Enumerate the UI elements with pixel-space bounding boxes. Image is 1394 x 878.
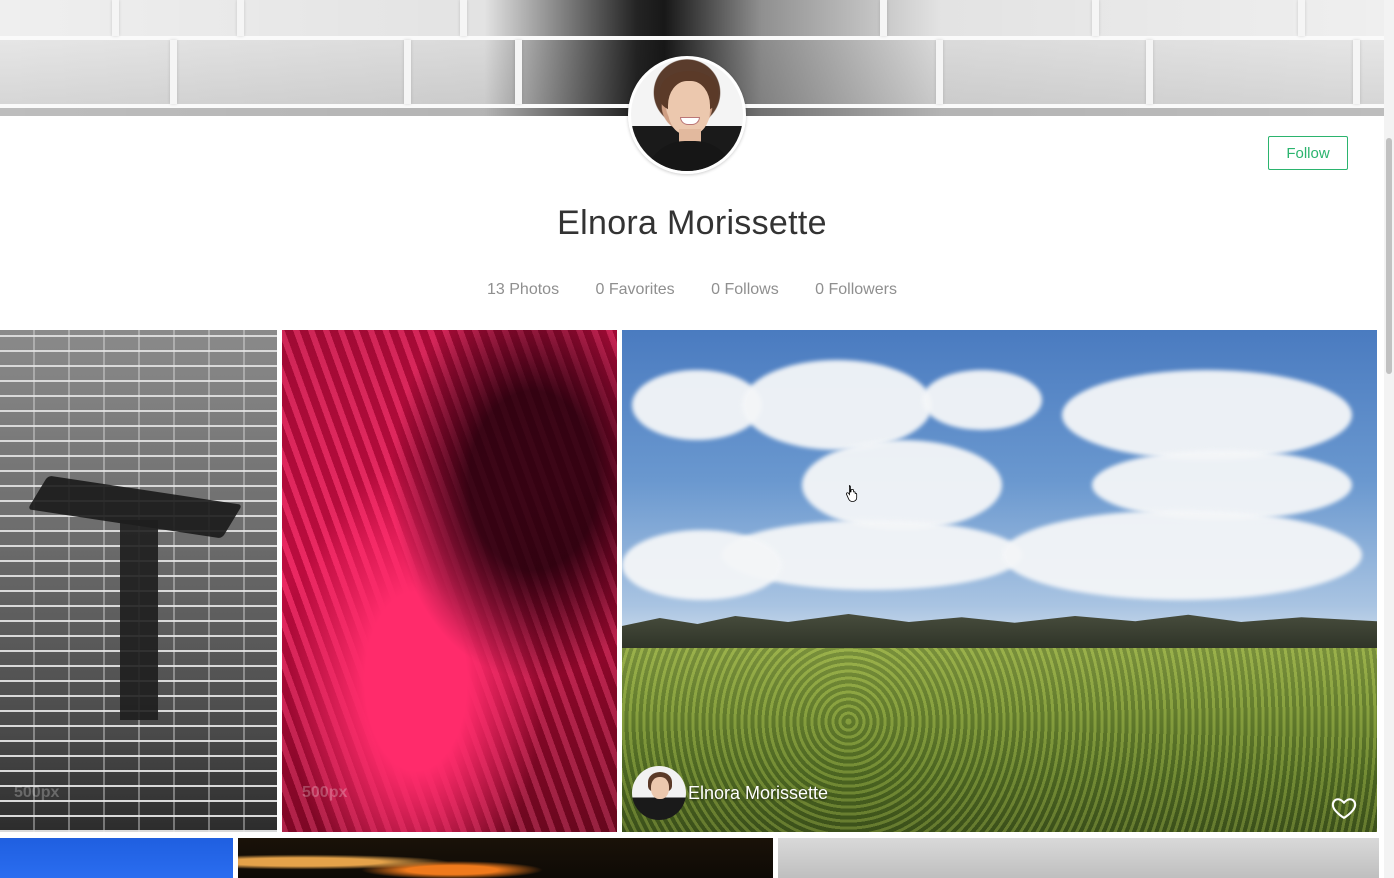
owner-name[interactable]: Elnora Morissette [688, 783, 828, 804]
scrollbar-thumb[interactable] [1386, 138, 1392, 374]
cloud [802, 440, 1002, 530]
photo-tile-red-petals[interactable]: 500px [282, 330, 617, 832]
photo-tile-blue[interactable] [0, 838, 233, 878]
profile-avatar[interactable] [628, 56, 746, 174]
owner-avatar[interactable] [632, 766, 686, 820]
profile-name: Elnora Morissette [557, 204, 827, 242]
page-scrollbar[interactable] [1384, 0, 1394, 878]
owner-avatar-face [651, 777, 669, 799]
treeline [622, 614, 1377, 650]
cover-mortar-joint [1092, 0, 1099, 36]
profile-stats: 13 Photos 0 Favorites 0 Follows 0 Follow… [0, 281, 1384, 299]
photo-watermark: 500px [302, 784, 348, 801]
avatar-face [668, 81, 710, 135]
cloud [1002, 510, 1362, 600]
photo-watermark: 500px [14, 784, 60, 801]
heart-outline-icon [1331, 798, 1357, 819]
profile-page: Follow Elnora Morissette 13 Photos 0 Fav… [0, 0, 1394, 878]
cover-mortar-joint [880, 0, 887, 36]
avatar-shirt [645, 141, 735, 171]
photo-tile-dark-orange[interactable] [238, 838, 773, 878]
cloud [622, 530, 782, 600]
photo-tile-gray[interactable] [778, 838, 1379, 878]
cover-mortar-joint [170, 40, 177, 104]
stat-follows[interactable]: 0 Follows [711, 281, 779, 299]
cover-mortar-joint [1298, 0, 1305, 36]
cloud [1092, 450, 1352, 520]
cover-mortar-line [0, 36, 1384, 40]
follow-button[interactable]: Follow [1268, 136, 1348, 170]
cover-mortar-joint [936, 40, 943, 104]
cover-mortar-joint [460, 0, 467, 36]
cloud [1062, 370, 1352, 460]
cover-mortar-joint [1146, 40, 1153, 104]
cover-mortar-joint [404, 40, 411, 104]
stat-photos[interactable]: 13 Photos [487, 281, 559, 299]
cover-mortar-joint [237, 0, 244, 36]
cover-mortar-joint [112, 0, 119, 36]
pole-shadow [120, 520, 158, 720]
hand-pointer-icon [845, 485, 858, 502]
photo-owner[interactable]: Elnora Morissette [632, 766, 828, 820]
stat-favorites[interactable]: 0 Favorites [596, 281, 675, 299]
cover-mortar-joint [515, 40, 522, 104]
stat-followers[interactable]: 0 Followers [815, 281, 897, 299]
photo-tile-sky-field[interactable]: Elnora Morissette [622, 330, 1377, 832]
photo-tile-brick-shadow[interactable]: 500px [0, 330, 277, 832]
cover-mortar-joint [1353, 40, 1360, 104]
cloud [922, 370, 1042, 430]
like-button[interactable] [1330, 794, 1358, 822]
cloud [742, 360, 932, 450]
